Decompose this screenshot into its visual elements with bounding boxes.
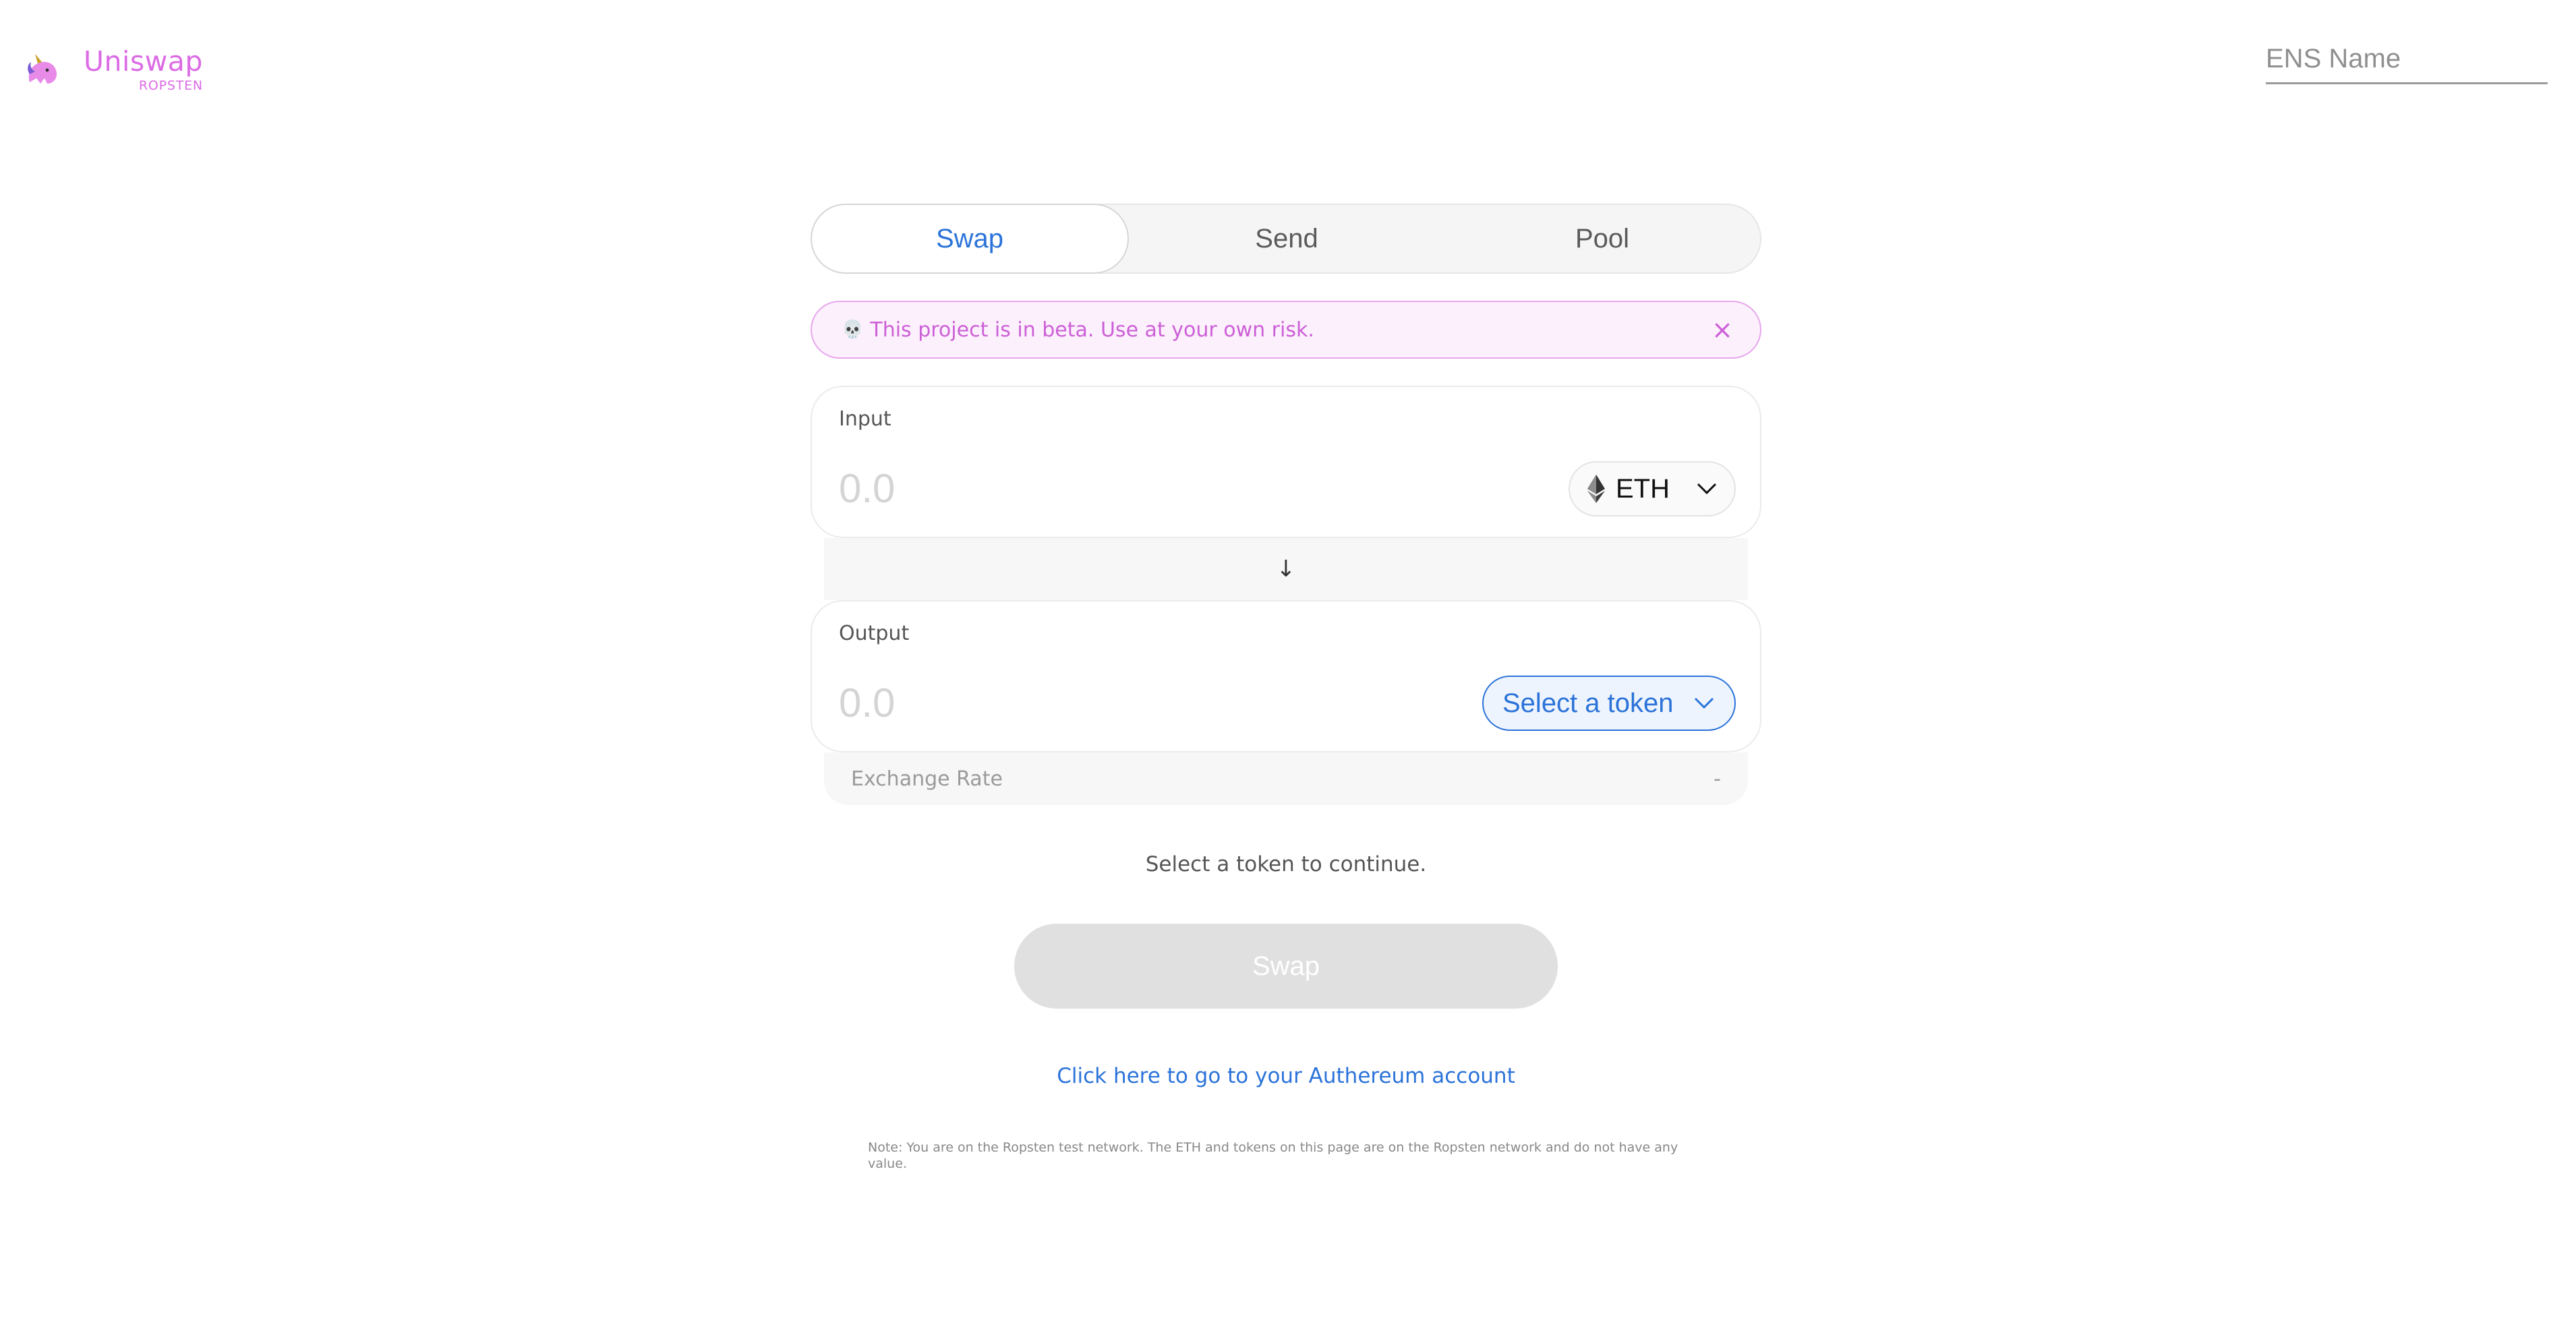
output-label: Output: [839, 622, 910, 645]
tab-send[interactable]: Send: [1129, 205, 1444, 272]
exchange-rate-label: Exchange Rate: [851, 767, 1003, 791]
ethereum-icon: [1587, 475, 1605, 503]
swap-container: Swap Send Pool 💀 This project is in beta…: [811, 204, 1761, 1172]
exchange-rate-value: -: [1714, 767, 1721, 791]
tab-pool[interactable]: Pool: [1444, 205, 1760, 272]
input-label: Input: [839, 407, 891, 431]
swap-direction-bar: ↓: [824, 538, 1748, 600]
output-token-selector[interactable]: Select a token: [1482, 676, 1736, 731]
nav-tabs: Swap Send Pool: [811, 204, 1761, 274]
beta-warning-text: This project is in beta. Use at your own…: [870, 318, 1314, 342]
arrow-down-icon[interactable]: ↓: [1277, 556, 1296, 583]
output-amount-field[interactable]: [839, 680, 1378, 726]
app-logo[interactable]: Uniswap ROPSTEN: [20, 43, 203, 93]
tab-swap[interactable]: Swap: [811, 204, 1129, 274]
app-title: Uniswap: [84, 45, 203, 78]
close-icon[interactable]: ×: [1711, 317, 1733, 343]
output-token-label: Select a token: [1502, 688, 1674, 718]
exchange-rate-row: Exchange Rate -: [824, 752, 1748, 805]
input-token-selector[interactable]: ETH: [1569, 461, 1736, 516]
input-panel: Input ETH: [811, 386, 1761, 538]
network-label: ROPSTEN: [138, 78, 203, 93]
status-message: Select a token to continue.: [1145, 852, 1427, 876]
swap-button[interactable]: Swap: [1014, 924, 1558, 1009]
beta-warning-banner: 💀 This project is in beta. Use at your o…: [811, 301, 1761, 359]
ens-field: [2266, 35, 2548, 84]
input-token-label: ETH: [1616, 473, 1670, 504]
ens-name-input[interactable]: [2266, 35, 2548, 82]
network-note: Note: You are on the Ropsten test networ…: [868, 1140, 1678, 1171]
unicorn-logo-icon: [28, 54, 57, 84]
input-amount-field[interactable]: [839, 465, 1378, 512]
page: Uniswap ROPSTEN Swap Send Pool 💀 This pr…: [0, 0, 2576, 1339]
chevron-down-icon: [1694, 697, 1714, 709]
skull-icon: 💀: [842, 320, 864, 340]
authereum-account-link[interactable]: Click here to go to your Authereum accou…: [811, 1064, 1761, 1088]
output-panel: Output Select a token: [811, 600, 1761, 752]
chevron-down-icon: [1697, 483, 1717, 495]
